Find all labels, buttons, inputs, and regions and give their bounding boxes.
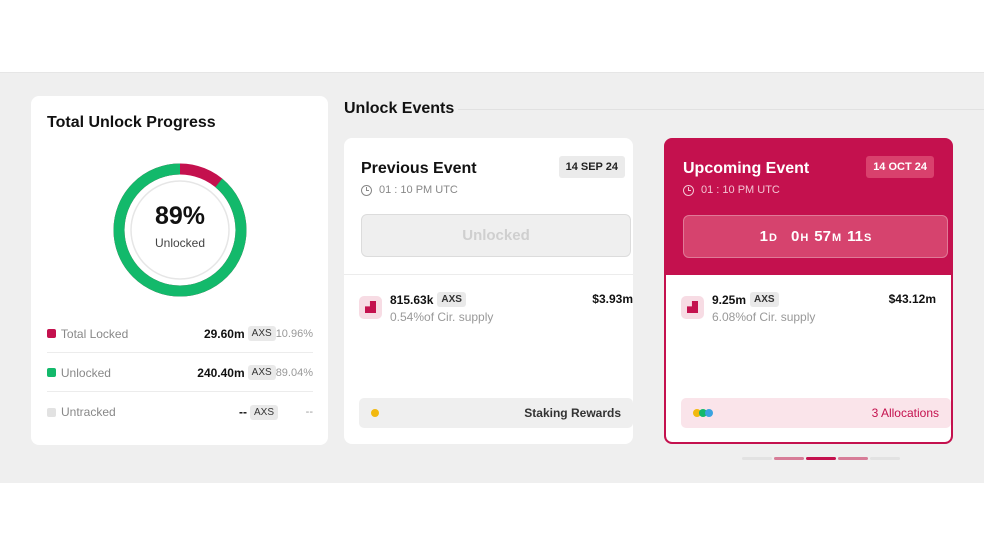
pager-dot[interactable] <box>870 457 900 460</box>
upcoming-event-time: 01 : 10 PM UTC <box>683 184 780 196</box>
upcoming-allocation-row[interactable]: 3 Allocations <box>681 398 951 428</box>
token-tag: AXS <box>250 404 279 420</box>
carousel-pager <box>742 457 900 460</box>
pager-dot[interactable] <box>774 457 804 460</box>
legend-row-untracked: Untracked -- AXS -- <box>47 393 313 431</box>
upcoming-supply: 6.08%of Cir. supply <box>712 310 816 324</box>
legend-value: 240.40m <box>197 365 245 380</box>
previous-event-card[interactable]: Previous Event 14 SEP 24 01 : 10 PM UTC … <box>344 138 633 444</box>
clock-icon <box>361 184 372 196</box>
previous-event-time: 01 : 10 PM UTC <box>361 184 458 196</box>
upcoming-event-date: 14 OCT 24 <box>866 156 934 178</box>
allocation-label: 3 Allocations <box>871 406 939 420</box>
token-tag: AXS <box>437 292 466 307</box>
unlocked-status-button: Unlocked <box>361 214 631 257</box>
countdown-timer: 1D 0H 57M 11S <box>683 215 948 258</box>
upcoming-event-title: Upcoming Event <box>683 160 810 177</box>
section-divider <box>458 109 984 110</box>
upcoming-event-card[interactable]: Upcoming Event 14 OCT 24 01 : 10 PM UTC … <box>664 138 953 444</box>
clock-icon <box>683 184 694 196</box>
countdown-hours: 0H <box>790 228 809 245</box>
upcoming-amount-value: 9.25m <box>712 292 747 307</box>
unlock-events-title: Unlock Events <box>344 100 455 117</box>
previous-event-time-text: 01 : 10 PM UTC <box>379 184 458 196</box>
progress-title: Total Unlock Progress <box>47 114 216 131</box>
total-unlock-progress-card: Total Unlock Progress 89% Unlocked Total… <box>31 96 328 445</box>
legend-percent: 89.04% <box>275 366 313 379</box>
countdown-minutes: 57M <box>814 228 842 245</box>
legend-swatch-untracked <box>47 407 56 417</box>
previous-allocation-row[interactable]: Staking Rewards <box>359 398 633 428</box>
legend-value: -- <box>239 405 247 419</box>
unlock-ring: 89% Unlocked <box>111 161 249 299</box>
allocation-label: Staking Rewards <box>524 406 621 420</box>
legend-swatch-unlocked <box>47 368 56 377</box>
token-tag: AXS <box>247 326 276 341</box>
legend-label: Total Locked <box>60 326 129 341</box>
previous-supply: 0.54%of Cir. supply <box>390 310 494 324</box>
unlock-percent-label: Unlocked <box>154 236 206 250</box>
legend-label: Untracked <box>61 405 116 419</box>
legend-percent: -- <box>305 406 313 418</box>
upcoming-event-time-text: 01 : 10 PM UTC <box>701 184 780 196</box>
pager-dot-active[interactable] <box>806 457 836 460</box>
previous-amount-value: 815.63k <box>390 292 434 307</box>
previous-event-title: Previous Event <box>361 160 477 177</box>
pager-dot[interactable] <box>838 457 868 460</box>
previous-amount: 815.63k AXS <box>390 292 466 307</box>
previous-usd-value: $3.93m <box>592 292 633 306</box>
legend-swatch-locked <box>47 329 56 338</box>
countdown-days: 1D <box>759 228 777 245</box>
countdown-seconds: 11S <box>847 228 872 245</box>
legend-percent: 10.96% <box>275 327 313 340</box>
upcoming-amount: 9.25m AXS <box>712 292 779 307</box>
legend-value: 29.60m <box>203 326 245 341</box>
legend-row-total-locked: Total Locked 29.60m AXS 10.96% <box>47 315 313 353</box>
card-divider <box>344 274 633 275</box>
allocation-dot <box>371 409 379 417</box>
axs-token-icon <box>681 296 704 319</box>
unlock-percent: 89% <box>154 202 206 230</box>
pager-dot[interactable] <box>742 457 772 460</box>
legend-row-unlocked: Unlocked 240.40m AXS 89.04% <box>47 354 313 392</box>
upcoming-usd-value: $43.12m <box>888 292 936 306</box>
axs-token-icon <box>359 296 382 319</box>
legend-label: Unlocked <box>60 365 111 380</box>
token-tag: AXS <box>750 292 779 307</box>
allocation-dot <box>705 409 713 417</box>
previous-event-date: 14 SEP 24 <box>558 156 625 178</box>
upcoming-event-body: 9.25m AXS 6.08%of Cir. supply $43.12m 3 … <box>666 275 951 442</box>
token-tag: AXS <box>247 365 276 380</box>
